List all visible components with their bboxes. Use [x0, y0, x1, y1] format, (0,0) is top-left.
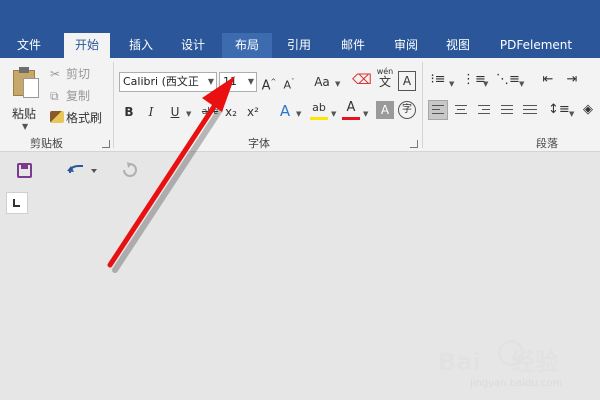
- arrow-shaft: [107, 102, 218, 268]
- arrow-head: [202, 76, 235, 112]
- annotation-arrow: [107, 76, 235, 273]
- arrow-shaft-shadow: [112, 107, 223, 273]
